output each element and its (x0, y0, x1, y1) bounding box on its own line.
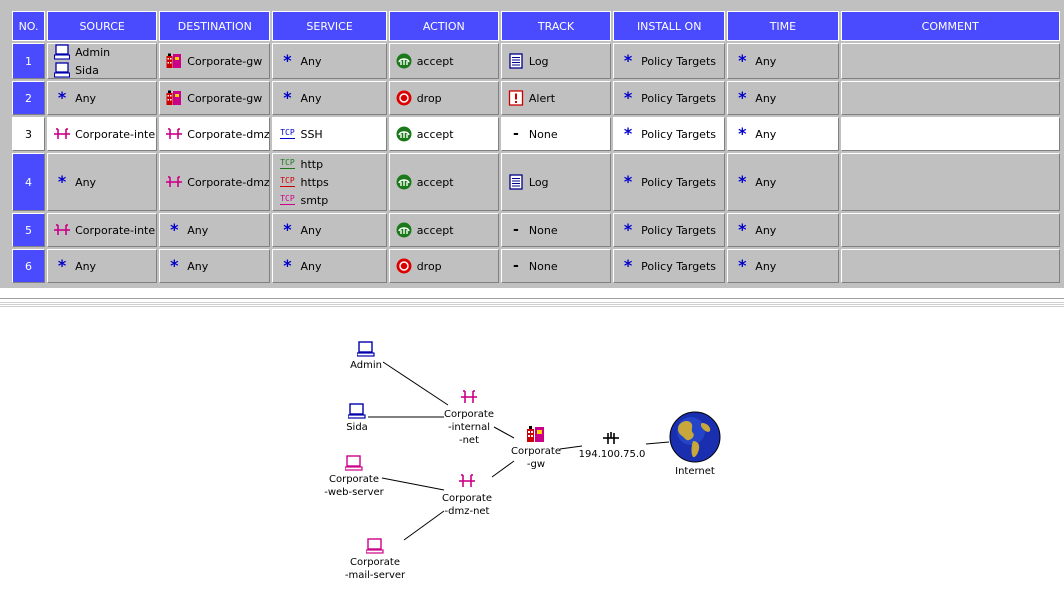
network-icon[interactable] (460, 390, 478, 404)
link-internal-gw (493, 426, 515, 439)
gateway-icon[interactable] (526, 425, 546, 443)
node-label-line: -net (458, 435, 480, 446)
node-label-line: -mail-server (344, 570, 406, 581)
node-label-internet[interactable]: Internet (675, 465, 715, 478)
node-label-line: -dmz-net (444, 506, 490, 517)
node-label-router[interactable]: 194.100.75.0 (579, 448, 646, 461)
node-label-mail-server[interactable]: Corporate -mail-server (345, 556, 405, 582)
host-icon[interactable] (366, 538, 384, 554)
link-web-dmz (381, 477, 445, 491)
node-label-web-server[interactable]: Corporate -web-server (324, 473, 384, 499)
node-label-line: -internal (448, 422, 490, 433)
node-label-line: -gw (526, 459, 546, 470)
node-label-line: Corporate (511, 446, 561, 457)
router-icon[interactable] (602, 431, 620, 445)
node-label-admin[interactable]: Admin (350, 359, 382, 372)
link-mail-dmz (403, 510, 445, 541)
globe-icon[interactable] (669, 411, 721, 463)
host-icon[interactable] (348, 403, 366, 419)
node-label-sida[interactable]: Sida (346, 421, 368, 434)
host-icon[interactable] (357, 341, 375, 357)
node-label-line: Corporate (350, 557, 400, 568)
node-label-line: Corporate (329, 474, 379, 485)
node-label-gateway[interactable]: Corporate -gw (511, 445, 561, 471)
link-admin-internal (382, 361, 449, 406)
network-icon[interactable] (458, 474, 476, 488)
link-router-internet (645, 441, 670, 445)
node-label-line: Corporate (442, 493, 492, 504)
node-label-line: -web-server (324, 487, 384, 498)
node-label-dmz-net[interactable]: Corporate -dmz-net (442, 492, 492, 518)
topology-links (368, 361, 670, 541)
host-icon[interactable] (345, 455, 363, 471)
node-label-internal-net[interactable]: Corporate -internal -net (444, 408, 494, 447)
node-label-line: Corporate (444, 409, 494, 420)
